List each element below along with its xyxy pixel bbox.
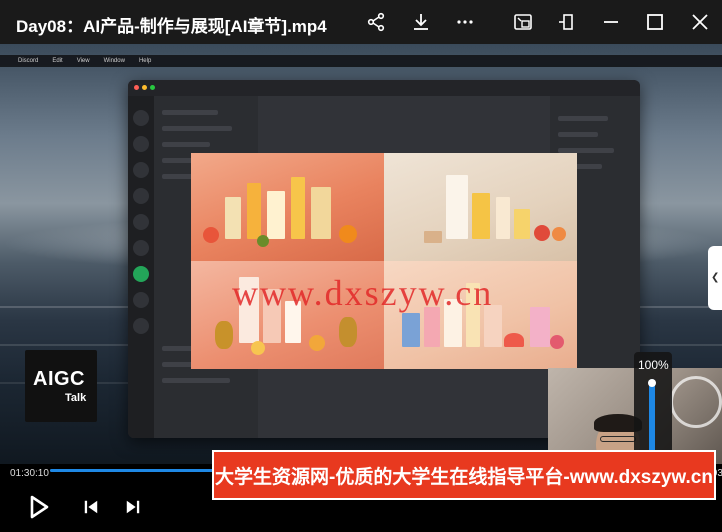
zoom-dot: [150, 85, 155, 90]
logo-sub-text: Talk: [65, 392, 87, 404]
package-box: [267, 191, 285, 239]
fruit: [251, 341, 265, 355]
image-cell-2[interactable]: [384, 153, 577, 261]
aigc-logo: AIGC Talk: [25, 350, 97, 422]
volume-label: 100%: [638, 358, 669, 372]
title-bar: Day08：AI产品-制作与展现[AI章节].mp4: [0, 0, 722, 44]
package-box: [514, 209, 530, 239]
volume-knob[interactable]: [648, 379, 656, 387]
next-icon: [126, 500, 140, 514]
package-box: [496, 197, 510, 239]
package-box: [247, 183, 261, 239]
fruit: [552, 227, 566, 241]
fruit: [257, 235, 269, 247]
mac-menu-item: Edit: [52, 58, 63, 64]
volume-popup[interactable]: 100%: [634, 352, 672, 464]
previous-button[interactable]: [80, 496, 102, 518]
logo-main-text: AIGC: [33, 368, 85, 390]
package-box: [311, 187, 331, 239]
fruit: [203, 227, 219, 243]
discord-header: [128, 80, 640, 96]
package-box: [291, 177, 305, 239]
channel-row: [162, 126, 232, 131]
mac-menu-bar: Discord Edit View Window Help: [0, 55, 722, 67]
side-panel-toggle[interactable]: ❮: [708, 246, 722, 310]
maximize-icon[interactable]: [643, 10, 667, 34]
download-icon[interactable]: [409, 10, 433, 34]
server-icon: [133, 292, 149, 308]
fruit: [550, 335, 564, 349]
picture-in-picture-icon[interactable]: [511, 10, 535, 34]
chevron-left-icon: ❮: [711, 272, 720, 283]
server-icon: [133, 266, 149, 282]
package-box: [472, 193, 490, 239]
fruit: [504, 333, 524, 347]
watermark-text: www.dxszyw.cn: [232, 273, 494, 313]
promo-banner: 大学生资源网-优质的大学生在线指导平台-www.dxszyw.cn: [212, 450, 716, 500]
share-icon[interactable]: [364, 10, 388, 34]
more-icon[interactable]: [453, 10, 477, 34]
channel-row: [162, 142, 210, 147]
channel-row: [162, 378, 230, 383]
server-icon: [133, 162, 149, 178]
package-box: [424, 231, 442, 243]
server-icon: [133, 318, 149, 334]
server-icon: [133, 188, 149, 204]
server-rail: [128, 96, 154, 438]
fruit: [339, 225, 357, 243]
image-cell-1[interactable]: [191, 153, 384, 261]
mac-menu-item: Help: [138, 58, 152, 64]
server-icon: [133, 110, 149, 126]
package-box: [225, 197, 241, 239]
previous-icon: [84, 500, 98, 514]
presenter-glasses: [600, 436, 636, 442]
close-dot: [134, 85, 139, 90]
minimize-icon[interactable]: [599, 10, 623, 34]
next-button[interactable]: [122, 496, 144, 518]
fruit: [339, 317, 357, 347]
package-box: [530, 307, 550, 347]
server-icon: [133, 240, 149, 256]
current-time: 01:30:10: [10, 468, 49, 479]
video-frame[interactable]: Discord Edit View Window Help www.dxszyw…: [0, 44, 722, 464]
mac-menu-item: Window: [103, 58, 125, 64]
generated-image-grid[interactable]: [191, 153, 577, 369]
play-icon: [30, 495, 49, 519]
ring-light: [670, 376, 722, 428]
fruit: [215, 321, 233, 349]
package-box: [402, 313, 420, 347]
video-title: Day08：AI产品-制作与展现[AI章节].mp4: [16, 17, 327, 36]
close-icon[interactable]: [688, 10, 712, 34]
mac-menu-item: Discord: [18, 58, 39, 64]
server-icon: [133, 214, 149, 230]
channel-row: [162, 110, 218, 115]
fruit: [534, 225, 550, 241]
package-box: [446, 175, 468, 239]
server-icon: [133, 136, 149, 152]
pin-icon[interactable]: [555, 10, 579, 34]
minimize-dot: [142, 85, 147, 90]
fruit: [309, 335, 325, 351]
play-button[interactable]: [26, 492, 52, 522]
mac-menu-item: View: [76, 58, 90, 64]
member-row: [558, 132, 598, 137]
member-row: [558, 116, 608, 121]
promo-banner-text: 大学生资源网-优质的大学生在线指导平台-www.dxszyw.cn: [215, 466, 713, 488]
